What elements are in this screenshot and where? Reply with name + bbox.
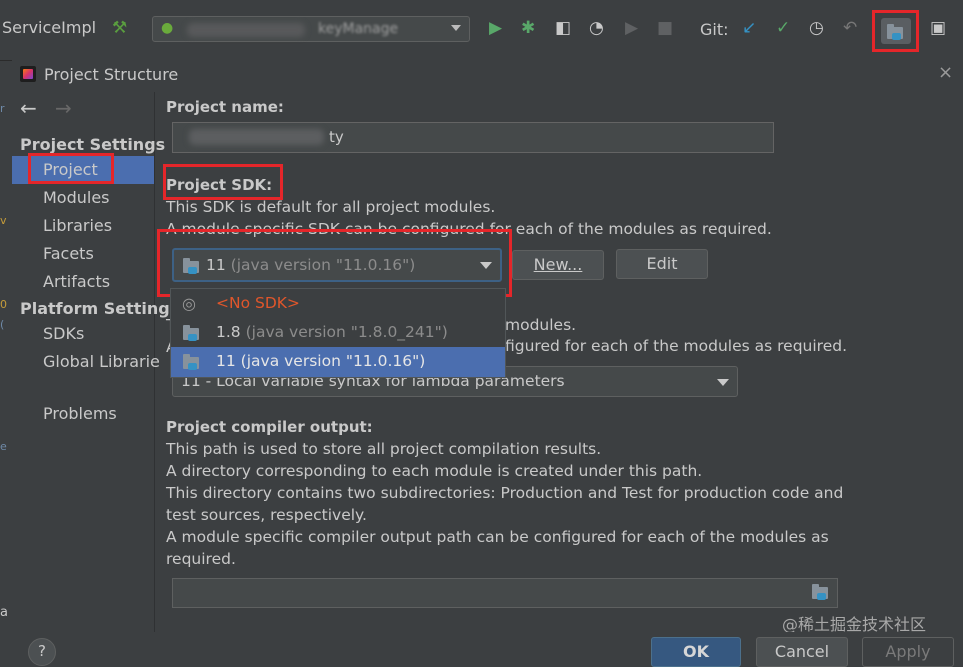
stop-icon: ■ xyxy=(657,18,674,38)
debug-icon[interactable]: ✱ xyxy=(521,18,535,38)
gutter-mark: ( xyxy=(0,318,5,331)
run-configuration-name: keyManage xyxy=(318,21,399,37)
sdk-option-11[interactable]: 11 (java version "11.0.16") xyxy=(171,347,505,377)
sdk-description-1: This SDK is default for all project modu… xyxy=(166,198,496,216)
chevron-down-icon xyxy=(451,25,461,31)
sdk-option-detail: (java version "11.0.16") xyxy=(240,352,426,370)
compiler-output-desc-line: A directory corresponding to each module… xyxy=(166,462,703,480)
highlight-box-structure xyxy=(872,10,919,52)
dialog-title: Project Structure xyxy=(44,65,179,84)
run-configuration-select[interactable]: ● keyManage xyxy=(152,16,470,42)
apply-button[interactable]: Apply xyxy=(862,637,954,667)
compiler-output-desc-line: test sources, respectively. xyxy=(166,506,367,524)
compiler-output-desc-line: This directory contains two subdirectori… xyxy=(166,484,844,502)
sdk-option-no-sdk[interactable]: ◎ <No SDK> xyxy=(171,289,505,319)
lang-level-desc-2: figured for each of the modules as requi… xyxy=(505,337,847,355)
gutter-mark: a xyxy=(0,605,8,620)
compiler-output-desc-line: This path is used to store all project c… xyxy=(166,440,602,458)
git-update-icon[interactable]: ↙ xyxy=(742,18,756,38)
sidebar-section-project-settings: Project Settings xyxy=(20,135,166,154)
sidebar-item-global-libraries[interactable]: Global Librarie xyxy=(43,352,160,371)
edit-sdk-button[interactable]: Edit xyxy=(616,249,708,279)
sidebar-item-facets[interactable]: Facets xyxy=(43,244,94,263)
new-sdk-label: New... xyxy=(533,255,583,274)
sidebar-item-artifacts[interactable]: Artifacts xyxy=(43,272,110,291)
sdk-dropdown-popup: ◎ <No SDK> 1.8 (java version "1.8.0_241"… xyxy=(170,288,506,378)
gutter-mark: 0 xyxy=(0,298,7,311)
build-hammer-icon[interactable]: ⚒ xyxy=(112,18,127,38)
run-icon[interactable]: ▶ xyxy=(489,18,502,38)
sdk-option-label: <No SDK> xyxy=(216,294,300,312)
blurred-project-name xyxy=(189,129,324,145)
browse-folder-icon[interactable] xyxy=(812,584,828,600)
sidebar-item-modules[interactable]: Modules xyxy=(43,188,110,207)
editor-tab-title[interactable]: ServiceImpl xyxy=(2,18,96,37)
compiler-output-path-input[interactable] xyxy=(172,578,838,608)
project-name-value: ty xyxy=(329,128,344,146)
sdk-option-1-8[interactable]: 1.8 (java version "1.8.0_241") xyxy=(171,318,505,348)
sdk-option-label: 1.8 (java version "1.8.0_241") xyxy=(216,323,448,341)
gutter-mark: e xyxy=(0,440,7,453)
sidebar-item-problems[interactable]: Problems xyxy=(43,404,117,423)
gutter-mark: r xyxy=(0,102,5,115)
spring-boot-icon: ● xyxy=(161,20,174,36)
git-label: Git: xyxy=(700,20,729,39)
lang-level-desc-1: modules. xyxy=(505,316,577,334)
coverage-icon[interactable]: ◧ xyxy=(555,18,571,38)
project-name-input[interactable]: ty xyxy=(172,122,774,153)
gutter-mark: v xyxy=(0,214,7,227)
close-icon[interactable]: × xyxy=(938,62,953,83)
highlight-box-project xyxy=(28,153,114,184)
git-history-icon[interactable]: ◷ xyxy=(809,18,824,38)
intellij-logo-icon xyxy=(20,66,36,82)
forward-arrow-icon: → xyxy=(55,96,72,120)
no-sdk-icon: ◎ xyxy=(182,294,196,313)
terminal-icon[interactable]: ▣ xyxy=(930,18,946,38)
compiler-output-label: Project compiler output: xyxy=(166,418,373,436)
highlight-box-sdk-select xyxy=(157,229,512,297)
compiler-output-desc-line: A module specific compiler output path c… xyxy=(166,528,829,546)
sidebar-item-sdks[interactable]: SDKs xyxy=(43,324,84,343)
sdk-option-label: 11 (java version "11.0.16") xyxy=(216,352,425,370)
sdk-option-version: 1.8 xyxy=(216,323,241,341)
blurred-config-name xyxy=(187,23,305,37)
attach-icon: ▶ xyxy=(625,18,639,38)
ok-button[interactable]: OK xyxy=(651,637,741,667)
compiler-output-desc-line: required. xyxy=(166,550,236,568)
git-rollback-icon: ↶ xyxy=(843,18,858,38)
new-sdk-button[interactable]: New... xyxy=(512,250,604,280)
sidebar-section-platform-settings: Platform Setting xyxy=(20,299,170,318)
jdk-folder-icon xyxy=(183,325,199,341)
sdk-option-version: 11 xyxy=(216,352,236,370)
jdk-folder-icon xyxy=(183,354,199,370)
help-button[interactable]: ? xyxy=(28,638,56,666)
profile-icon[interactable]: ◔ xyxy=(589,18,604,38)
git-commit-icon[interactable]: ✓ xyxy=(776,18,790,38)
project-name-label: Project name: xyxy=(166,98,284,116)
sdk-option-detail: (java version "1.8.0_241") xyxy=(245,323,448,341)
cancel-button[interactable]: Cancel xyxy=(756,637,848,667)
highlight-box-sdk-label xyxy=(163,164,283,200)
chevron-down-icon xyxy=(717,379,729,386)
back-arrow-icon[interactable]: ← xyxy=(20,96,37,120)
sidebar-item-libraries[interactable]: Libraries xyxy=(43,216,112,235)
